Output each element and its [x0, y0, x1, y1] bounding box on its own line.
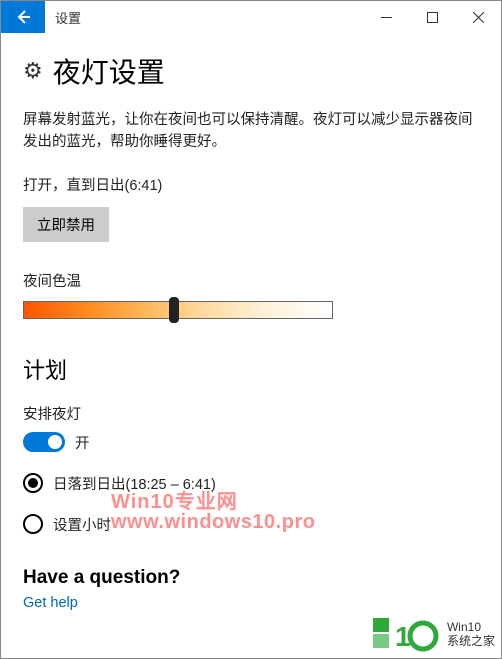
gear-icon: ⚙ [23, 58, 43, 84]
svg-text:1: 1 [395, 621, 411, 652]
title-bar: 设置 [1, 1, 501, 33]
disable-now-button[interactable]: 立即禁用 [23, 207, 109, 242]
color-temp-slider[interactable] [23, 301, 479, 323]
close-icon [473, 12, 484, 23]
get-help-link[interactable]: Get help [23, 595, 479, 611]
watermark-brand-bottom: 系统之家 [447, 634, 495, 648]
radio-option-hours[interactable]: 设置小时 [23, 514, 479, 535]
status-text: 打开，直到日出(6:41) [23, 174, 479, 195]
back-button[interactable] [1, 1, 45, 33]
maximize-button[interactable] [409, 1, 455, 33]
minimize-icon [381, 12, 392, 23]
win10-logo-icon: 1 [373, 616, 443, 652]
slider-thumb[interactable] [169, 297, 179, 323]
page-description: 屏幕发射蓝光，让你在夜间也可以保持清醒。夜灯可以减少显示器夜间发出的蓝光，帮助你… [23, 109, 479, 154]
page-title-row: ⚙ 夜灯设置 [23, 51, 479, 91]
close-button[interactable] [455, 1, 501, 33]
help-heading: Have a question? [23, 567, 479, 589]
maximize-icon [427, 12, 438, 23]
watermark-brand: Win10 系统之家 [447, 620, 495, 649]
schedule-toggle-control: 开 [23, 432, 479, 453]
radio-label: 设置小时 [53, 514, 111, 535]
toggle-knob [48, 435, 62, 449]
watermark-brand-top: Win10 [447, 620, 495, 634]
schedule-toggle-state: 开 [75, 432, 90, 453]
color-temp-label: 夜间色温 [23, 270, 479, 291]
radio-inner-icon [28, 478, 38, 488]
window-controls [363, 1, 501, 33]
schedule-toggle-label: 安排夜灯 [23, 403, 479, 424]
schedule-toggle-group: 安排夜灯 开 [23, 403, 479, 453]
schedule-toggle[interactable] [23, 432, 65, 452]
minimize-button[interactable] [363, 1, 409, 33]
content-area: ⚙ 夜灯设置 屏幕发射蓝光，让你在夜间也可以保持清醒。夜灯可以减少显示器夜间发出… [1, 33, 501, 611]
watermark-logo: 1 Win10 系统之家 [373, 616, 495, 652]
radio-option-sunset[interactable]: 日落到日出(18:25 – 6:41) [23, 473, 479, 494]
window-title: 设置 [45, 1, 363, 33]
radio-icon [23, 473, 43, 493]
schedule-heading: 计划 [23, 353, 479, 385]
radio-label: 日落到日出(18:25 – 6:41) [53, 473, 216, 494]
back-arrow-icon [14, 8, 32, 26]
radio-icon [23, 514, 43, 534]
page-title: 夜灯设置 [53, 51, 165, 91]
